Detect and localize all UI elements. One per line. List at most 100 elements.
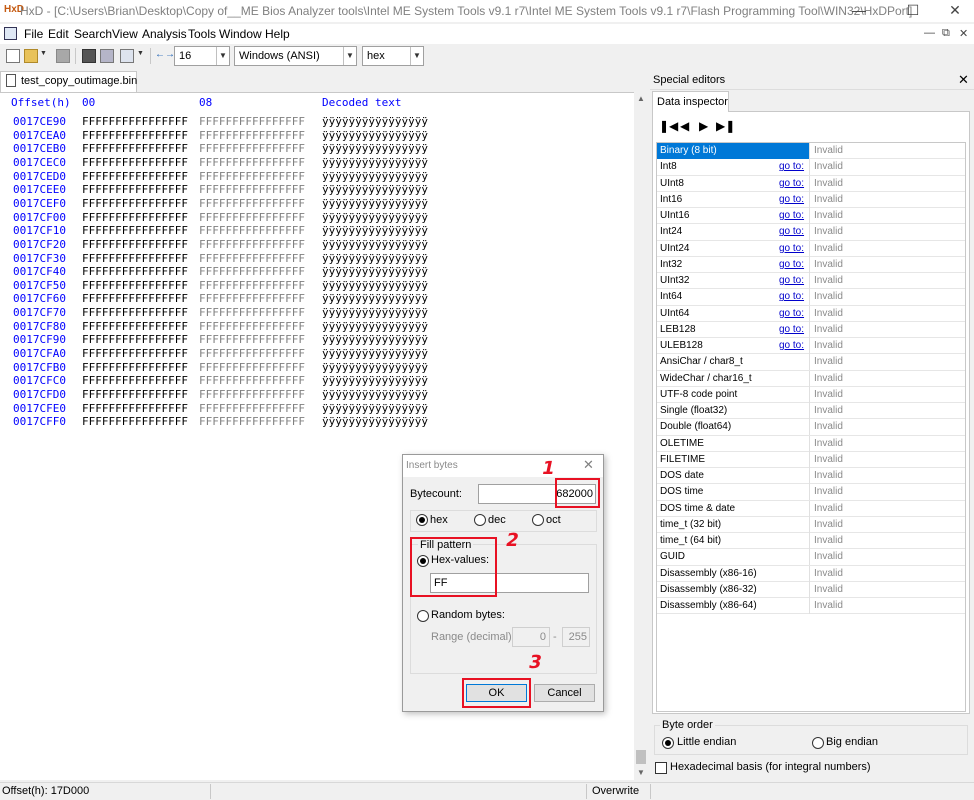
hex-offset[interactable]: 0017CF10 [13,224,66,237]
inspector-value[interactable]: Invalid [814,324,843,335]
hex-bytes-08[interactable]: FFFFFFFFFFFFFFFF [199,197,305,210]
hex-bytes-08[interactable]: FFFFFFFFFFFFFFFF [199,238,305,251]
inspector-value[interactable]: Invalid [814,486,843,497]
goto-link[interactable]: go to: [779,308,804,319]
hex-offset[interactable]: 0017CFF0 [13,415,66,428]
inspector-row[interactable]: WideChar / char16_t Invalid [657,370,965,387]
bytes-per-row-select[interactable]: 16 ▼ [174,46,230,66]
inspector-value[interactable]: Invalid [814,243,843,254]
hex-bytes-00[interactable]: FFFFFFFFFFFFFFFF [82,252,188,265]
inspector-value[interactable]: Invalid [814,275,843,286]
hex-offset[interactable]: 0017CEC0 [13,156,66,169]
hex-offset[interactable]: 0017CFC0 [13,374,66,387]
hex-bytes-00[interactable]: FFFFFFFFFFFFFFFF [82,183,188,196]
hex-bytes-00[interactable]: FFFFFFFFFFFFFFFF [82,361,188,374]
hex-bytes-08[interactable]: FFFFFFFFFFFFFFFF [199,170,305,183]
inspector-value[interactable]: Invalid [814,194,843,205]
hex-offset[interactable]: 0017CEE0 [13,183,66,196]
hex-bytes-08[interactable]: FFFFFFFFFFFFFFFF [199,292,305,305]
hex-bytes-00[interactable]: FFFFFFFFFFFFFFFF [82,211,188,224]
hex-bytes-00[interactable]: FFFFFFFFFFFFFFFF [82,415,188,428]
hex-offset[interactable]: 0017CF20 [13,238,66,251]
next-icon[interactable]: ▶ [699,119,708,133]
hex-bytes-00[interactable]: FFFFFFFFFFFFFFFF [82,333,188,346]
decoded-text[interactable]: ÿÿÿÿÿÿÿÿÿÿÿÿÿÿÿÿ [322,361,428,374]
hex-bytes-08[interactable]: FFFFFFFFFFFFFFFF [199,333,305,346]
hex-offset[interactable]: 0017CFA0 [13,347,66,360]
goto-link[interactable]: go to: [779,178,804,189]
hex-bytes-08[interactable]: FFFFFFFFFFFFFFFF [199,347,305,360]
inspector-row[interactable]: UInt24 go to: Invalid [657,240,965,257]
inspector-value[interactable]: Invalid [814,519,843,530]
hex-bytes-00[interactable]: FFFFFFFFFFFFFFFF [82,197,188,210]
hex-offset[interactable]: 0017CFD0 [13,388,66,401]
hex-offset[interactable]: 0017CF80 [13,320,66,333]
decoded-text[interactable]: ÿÿÿÿÿÿÿÿÿÿÿÿÿÿÿÿ [322,265,428,278]
hex-bytes-00[interactable]: FFFFFFFFFFFFFFFF [82,129,188,142]
decoded-text[interactable]: ÿÿÿÿÿÿÿÿÿÿÿÿÿÿÿÿ [322,347,428,360]
inspector-value[interactable]: Invalid [814,356,843,367]
charset-select[interactable]: Windows (ANSI) ▼ [234,46,357,66]
open-folder-icon[interactable] [24,49,38,63]
inspector-row[interactable]: Double (float64) Invalid [657,419,965,436]
hex-bytes-08[interactable]: FFFFFFFFFFFFFFFF [199,265,305,278]
hex-bytes-00[interactable]: FFFFFFFFFFFFFFFF [82,265,188,278]
inspector-row[interactable]: Int8 go to: Invalid [657,159,965,176]
inspector-value[interactable]: Invalid [814,568,843,579]
memory-icon[interactable] [120,49,134,63]
hex-radio-label[interactable]: hex [430,514,448,526]
close-file-icon[interactable] [82,49,96,63]
decoded-text[interactable]: ÿÿÿÿÿÿÿÿÿÿÿÿÿÿÿÿ [322,224,428,237]
scroll-up-arrow-icon[interactable]: ▲ [634,92,648,106]
little-endian-label[interactable]: Little endian [677,736,736,748]
decoded-text[interactable]: ÿÿÿÿÿÿÿÿÿÿÿÿÿÿÿÿ [322,320,428,333]
inspector-row[interactable]: UInt16 go to: Invalid [657,208,965,225]
inspector-row[interactable]: Int24 go to: Invalid [657,224,965,241]
goto-link[interactable]: go to: [779,291,804,302]
inspector-row[interactable]: Binary (8 bit) Invalid [657,143,965,160]
hex-bytes-08[interactable]: FFFFFFFFFFFFFFFF [199,415,305,428]
hex-offset[interactable]: 0017CF50 [13,279,66,292]
inspector-value[interactable]: Invalid [814,438,843,449]
goto-link[interactable]: go to: [779,259,804,270]
goto-link[interactable]: go to: [779,194,804,205]
close-panel-icon[interactable]: ✕ [958,72,969,88]
little-endian-radio[interactable] [662,737,674,749]
hex-bytes-08[interactable]: FFFFFFFFFFFFFFFF [199,142,305,155]
inspector-row[interactable]: time_t (32 bit) Invalid [657,516,965,533]
hex-bytes-08[interactable]: FFFFFFFFFFFFFFFF [199,374,305,387]
file-tab[interactable]: test_copy_outimage.bin [0,71,137,92]
inspector-value[interactable]: Invalid [814,308,843,319]
hex-bytes-08[interactable]: FFFFFFFFFFFFFFFF [199,402,305,415]
menu-search[interactable]: Search [74,27,112,41]
decoded-text[interactable]: ÿÿÿÿÿÿÿÿÿÿÿÿÿÿÿÿ [322,252,428,265]
inspector-row[interactable]: Int16 go to: Invalid [657,191,965,208]
inspector-value[interactable]: Invalid [814,503,843,514]
mdi-restore-button[interactable]: ⧉ [942,27,950,40]
range-to-input[interactable]: 255 [562,627,590,647]
decoded-text[interactable]: ÿÿÿÿÿÿÿÿÿÿÿÿÿÿÿÿ [322,415,428,428]
menu-help[interactable]: Help [265,27,290,41]
hex-offset[interactable]: 0017CEB0 [13,142,66,155]
decoded-text[interactable]: ÿÿÿÿÿÿÿÿÿÿÿÿÿÿÿÿ [322,333,428,346]
inspector-row[interactable]: Disassembly (x86-32) Invalid [657,581,965,598]
inspector-value[interactable]: Invalid [814,145,843,156]
big-endian-radio[interactable] [812,737,824,749]
inspector-value[interactable]: Invalid [814,600,843,611]
decoded-text[interactable]: ÿÿÿÿÿÿÿÿÿÿÿÿÿÿÿÿ [322,238,428,251]
hex-bytes-08[interactable]: FFFFFFFFFFFFFFFF [199,388,305,401]
inspector-row[interactable]: UInt64 go to: Invalid [657,305,965,322]
hex-offset[interactable]: 0017CF40 [13,265,66,278]
big-endian-label[interactable]: Big endian [826,736,878,748]
inspector-row[interactable]: DOS date Invalid [657,468,965,485]
hex-bytes-00[interactable]: FFFFFFFFFFFFFFFF [82,402,188,415]
memory-dropdown-icon[interactable]: ▼ [137,50,144,57]
hex-offset[interactable]: 0017CED0 [13,170,66,183]
oct-radio-label[interactable]: oct [546,514,561,526]
dialog-close-icon[interactable]: ✕ [583,457,594,473]
previous-icon[interactable]: ◀ [680,119,689,133]
hex-offset[interactable]: 0017CEA0 [13,129,66,142]
hex-bytes-00[interactable]: FFFFFFFFFFFFFFFF [82,388,188,401]
menu-file[interactable]: File [24,27,43,41]
hex-bytes-00[interactable]: FFFFFFFFFFFFFFFF [82,374,188,387]
